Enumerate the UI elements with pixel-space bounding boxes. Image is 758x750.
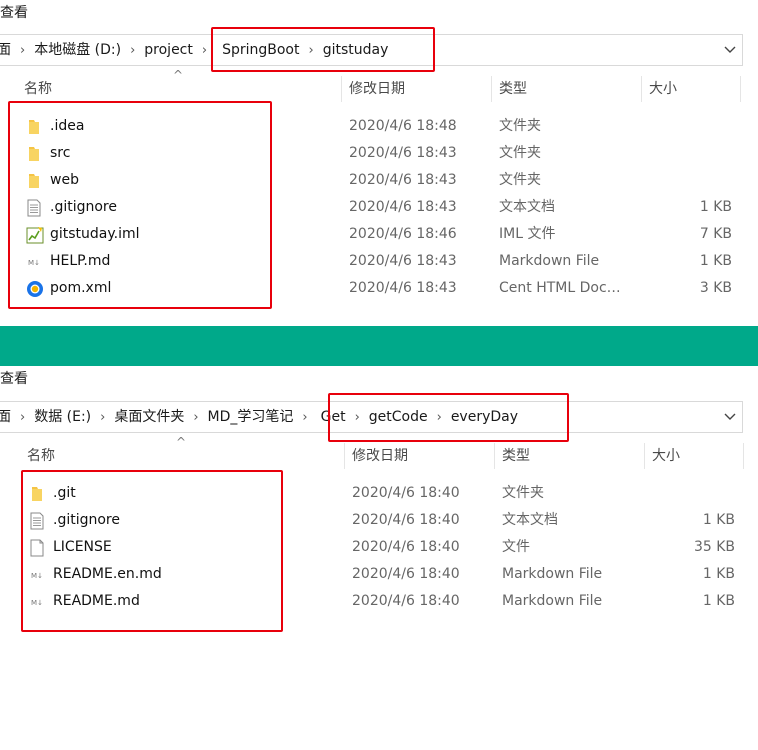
file-type: 文本文档 [502, 512, 558, 528]
file-modified: 2020/4/6 18:43 [349, 145, 457, 161]
breadcrumb-segment[interactable]: 桌面文件夹 [114, 402, 184, 432]
chevron-down-icon[interactable] [722, 408, 738, 424]
column-modified[interactable]: 修改日期 [349, 74, 405, 104]
column-size[interactable]: 大小 [652, 441, 680, 471]
file-modified: 2020/4/6 18:40 [352, 539, 460, 555]
explorer-window-bottom: 查看 面 › 数据 (E:) › 桌面文件夹 › MD_学习笔记 › Get › getCode › e… [0, 366, 758, 750]
column-header: ^ 名称 修改日期 类型 大小 [0, 435, 744, 471]
highlight-box [8, 101, 272, 309]
file-type: 文件夹 [499, 118, 541, 134]
file-type: Cent HTML Doc… [499, 280, 621, 296]
file-type: Markdown File [502, 566, 603, 582]
column-modified[interactable]: 修改日期 [352, 441, 408, 471]
file-modified: 2020/4/6 18:43 [349, 172, 457, 188]
column-size[interactable]: 大小 [649, 74, 677, 104]
file-size: 7 KB [699, 226, 732, 242]
file-type: Markdown File [499, 253, 600, 269]
sort-ascending-icon[interactable]: ^ [173, 68, 183, 82]
column-divider[interactable] [743, 443, 744, 469]
column-name[interactable]: 名称 [24, 74, 52, 104]
highlight-box [21, 470, 283, 632]
sort-ascending-icon[interactable]: ^ [176, 435, 186, 449]
file-type: 文本文档 [499, 199, 555, 215]
file-modified: 2020/4/6 18:43 [349, 280, 457, 296]
chevron-right-icon[interactable]: › [20, 36, 25, 66]
file-modified: 2020/4/6 18:48 [349, 118, 457, 134]
column-header: ^ 名称 修改日期 类型 大小 [0, 68, 742, 104]
column-divider[interactable] [344, 443, 345, 469]
column-name[interactable]: 名称 [27, 441, 55, 471]
file-type: 文件 [502, 539, 530, 555]
chevron-right-icon[interactable]: › [20, 403, 25, 433]
file-modified: 2020/4/6 18:40 [352, 593, 460, 609]
file-type: Markdown File [502, 593, 603, 609]
file-modified: 2020/4/6 18:43 [349, 253, 457, 269]
panel-divider [0, 326, 758, 366]
column-divider[interactable] [740, 76, 741, 102]
chevron-right-icon[interactable]: › [202, 36, 207, 66]
column-type[interactable]: 类型 [499, 74, 527, 104]
explorer-window-top: 查看 面 › 本地磁盘 (D:) › project › SpringBoot › gitstu… [0, 0, 758, 326]
breadcrumb-segment[interactable]: project [144, 35, 193, 65]
column-divider[interactable] [641, 76, 642, 102]
column-divider[interactable] [491, 76, 492, 102]
file-type: 文件夹 [502, 485, 544, 501]
breadcrumb-segment[interactable]: MD_学习笔记 [208, 402, 294, 432]
highlight-box [211, 27, 435, 72]
column-type[interactable]: 类型 [502, 441, 530, 471]
chevron-right-icon[interactable]: › [302, 403, 307, 433]
column-divider[interactable] [644, 443, 645, 469]
file-size: 1 KB [702, 512, 735, 528]
file-modified: 2020/4/6 18:40 [352, 512, 460, 528]
file-type: IML 文件 [499, 226, 556, 242]
chevron-right-icon[interactable]: › [193, 403, 198, 433]
breadcrumb-segment[interactable]: 本地磁盘 (D:) [34, 35, 121, 65]
breadcrumb-root[interactable]: 面 [0, 402, 11, 432]
file-size: 1 KB [702, 566, 735, 582]
ribbon-view-tab[interactable]: 查看 [0, 0, 28, 26]
file-type: 文件夹 [499, 145, 541, 161]
chevron-down-icon[interactable] [722, 41, 738, 57]
file-modified: 2020/4/6 18:46 [349, 226, 457, 242]
file-size: 35 KB [693, 539, 735, 555]
column-divider[interactable] [341, 76, 342, 102]
file-modified: 2020/4/6 18:40 [352, 566, 460, 582]
file-size: 1 KB [699, 199, 732, 215]
highlight-box [328, 393, 569, 442]
column-divider[interactable] [494, 443, 495, 469]
breadcrumb-segment[interactable]: 数据 (E:) [34, 402, 91, 432]
file-modified: 2020/4/6 18:43 [349, 199, 457, 215]
ribbon-view-label: 查看 [0, 5, 28, 21]
file-size: 1 KB [702, 593, 735, 609]
chevron-right-icon[interactable]: › [130, 36, 135, 66]
ribbon-view-label: 查看 [0, 371, 28, 387]
file-type: 文件夹 [499, 172, 541, 188]
breadcrumb-root[interactable]: 面 [0, 35, 11, 65]
ribbon-view-tab[interactable]: 查看 [0, 366, 28, 392]
file-size: 3 KB [699, 280, 732, 296]
file-modified: 2020/4/6 18:40 [352, 485, 460, 501]
chevron-right-icon[interactable]: › [100, 403, 105, 433]
file-size: 1 KB [699, 253, 732, 269]
